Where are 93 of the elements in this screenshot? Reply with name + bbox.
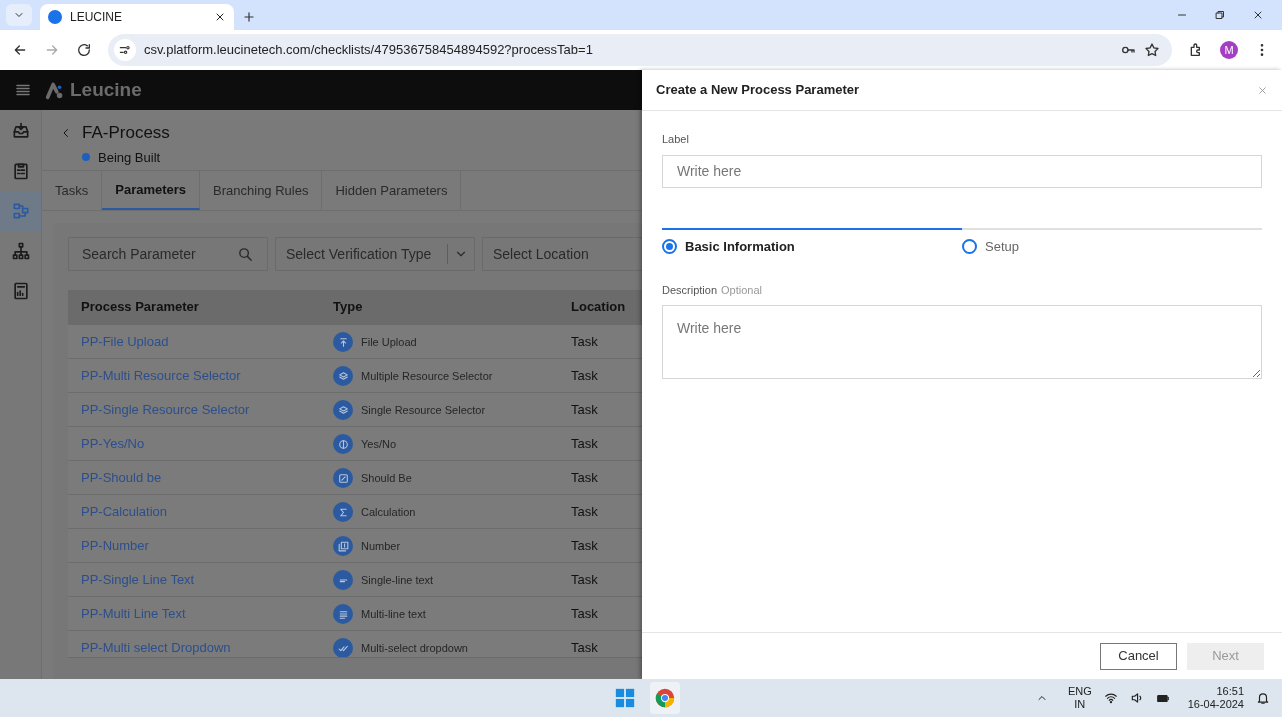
language-text[interactable]: ENG [1067,685,1092,698]
parameter-link[interactable]: PP-Calculation [68,502,333,522]
bell-icon[interactable] [1256,691,1270,705]
description-input[interactable]: Write here [662,304,1262,379]
back-arrow-icon[interactable] [12,42,28,58]
close-icon[interactable] [214,11,226,23]
address-bar[interactable]: csv.platform.leucinetech.com/checklists/479536758454894592?processTab=1 [108,34,1172,66]
step-tab[interactable]: Basic Information [662,227,962,256]
reload-icon[interactable] [76,42,92,58]
region-text[interactable]: IN [1074,698,1086,711]
parameter-link[interactable]: PP-Single Line Text [68,570,333,590]
parameter-link[interactable]: PP-File Upload [68,332,333,352]
search-icon [237,245,254,263]
location-dropdown[interactable]: Select Location [482,237,642,271]
clock-time[interactable]: 16:51 [1216,685,1244,698]
parameter-link[interactable]: PP-Multi Resource Selector [68,366,333,386]
column-header: Process Parameter [80,298,200,317]
table-cell-text: Task [571,571,599,589]
number-icon [333,536,353,556]
square-slash-icon [333,468,353,488]
cancel-button[interactable]: Cancel [1100,642,1177,670]
layers-icon [333,400,353,420]
step-label: Basic Information [685,237,795,256]
status-label: Being Built [98,148,161,167]
table-cell-text: Task [571,639,599,657]
search-field[interactable]: Search Parameter [68,237,268,271]
parameter-link[interactable]: PP-Should be [68,468,333,488]
tab[interactable]: Branching Rules [200,171,323,210]
parameter-link[interactable]: PP-Number [68,536,333,556]
parameter-link[interactable]: PP-Single Resource Selector [68,400,333,420]
url-text: csv.platform.leucinetech.com/checklists/479536758454894592?processTab=1 [144,41,594,60]
upload-icon [333,332,353,352]
wifi-icon[interactable] [1103,691,1118,705]
type-label: Calculation [361,504,416,520]
radio-button[interactable] [962,238,977,254]
tab[interactable]: Hidden Parameters [322,171,462,210]
table-cell-text: Task [571,401,599,419]
sigma-icon [333,502,353,522]
speaker-icon[interactable] [1129,691,1144,705]
parameter-link[interactable]: PP-Multi select Dropdown [68,638,333,657]
site-icon [48,10,62,24]
type-label: Multi-line text [361,606,426,622]
restore-icon[interactable] [1214,9,1226,21]
checkmarks-icon [333,638,353,657]
table-cell-text: Task [571,333,599,351]
parameter-link[interactable]: PP-Multi Line Text [68,604,333,624]
next-button[interactable]: Next [1187,642,1264,670]
optional-hint: Optional [721,283,762,298]
column-header: Type [333,298,364,317]
type-label: Number [361,538,401,554]
placeholder-text: Select Location [493,244,589,264]
tab-title: LEUCINE [70,9,123,26]
field-label: Label [662,132,690,147]
hierarchy-icon [10,241,31,261]
star-icon[interactable] [1144,42,1160,58]
tab[interactable]: Parameters [102,171,201,210]
profile-avatar[interactable]: M [1220,41,1238,59]
label-input[interactable]: Write here [662,154,1262,188]
brand-name: Leucine [70,77,142,102]
site-settings-icon[interactable] [118,43,132,57]
type-label: Single Resource Selector [361,402,486,418]
table-cell-text: Task [571,435,599,453]
clock-date[interactable]: 16-04-2024 [1187,698,1244,711]
chrome-icon[interactable] [654,687,676,709]
text-lines-icon [333,604,353,624]
type-label: Should Be [361,470,412,486]
parameter-link[interactable]: PP-Yes/No [68,434,333,454]
windows-start-icon[interactable] [614,687,636,709]
table-cell-text: Task [571,605,599,623]
field-label: Description [662,283,718,298]
close-icon[interactable] [1252,9,1264,21]
table-cell-text: Task [571,469,599,487]
type-label: Yes/No [361,436,397,452]
table-cell-text: Task [571,367,599,385]
drawer-title: Create a New Process Parameter [656,81,861,100]
type-label: File Upload [361,334,417,350]
browser-tab[interactable]: LEUCINE [40,4,234,30]
verification-dropdown[interactable]: Select Verification Type [275,237,475,271]
type-label: Single-line text [361,572,434,588]
process-title: FA-Process [82,122,170,144]
step-label: Setup [985,237,1019,256]
layers-icon [333,366,353,386]
table-cell-text: Task [571,503,599,521]
step-tab[interactable]: Setup [962,227,1262,256]
type-label: Multiple Resource Selector [361,368,493,384]
placeholder-text: Select Verification Type [286,244,433,264]
radio-button[interactable] [662,238,677,254]
column-header: Location [571,298,627,317]
type-label: Multi-select dropdown [361,640,468,656]
table-cell-text: Task [571,537,599,555]
tab[interactable]: Tasks [42,171,103,210]
new-tab-icon[interactable] [242,10,256,24]
placeholder-text: Search Parameter [82,244,197,264]
